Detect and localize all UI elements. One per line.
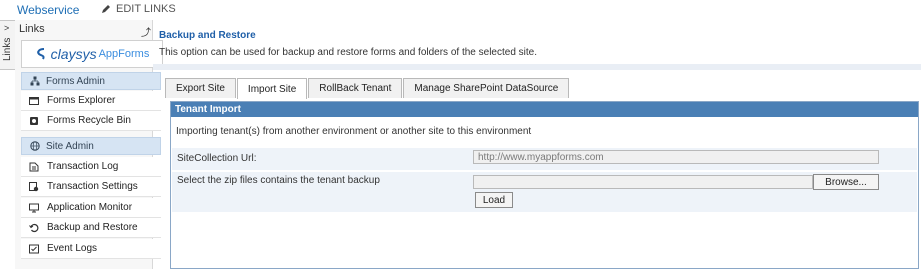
main-content: Backup and Restore This option can be us… [153, 20, 921, 269]
zip-files-label: Select the zip files contains the tenant… [177, 175, 380, 186]
sidebar-header: Links [19, 23, 45, 35]
logo-product: AppForms [98, 48, 150, 60]
sidebar-item-forms-recycle-bin[interactable]: Forms Recycle Bin [21, 111, 161, 131]
sidebar-item-event-logs[interactable]: Event Logs [21, 239, 161, 259]
edit-links-label: EDIT LINKS [116, 3, 176, 15]
panel-intro: Importing tenant(s) from another environ… [176, 126, 532, 137]
sidebar-item-backup-and-restore[interactable]: Backup and Restore [21, 218, 161, 238]
panel-header: Tenant Import [171, 102, 918, 117]
section-forms-admin[interactable]: Forms Admin [21, 72, 161, 90]
expand-arrow-icon: > [4, 23, 10, 33]
sidebar-item-label: Backup and Restore [47, 222, 138, 233]
site-url-row: SiteCollection Url: [172, 148, 917, 170]
sidebar-item-label: Event Logs [47, 243, 98, 254]
page-description: This option can be used for backup and r… [159, 47, 537, 58]
log-icon [29, 162, 39, 172]
restore-icon [29, 223, 39, 233]
sidebar-item-label: Transaction Settings [47, 181, 138, 192]
org-chart-icon [30, 76, 40, 86]
logo-brand: claysys [50, 46, 97, 62]
tab-manage-sharepoint-datasource[interactable]: Manage SharePoint DataSource [403, 78, 570, 98]
section-label: Site Admin [46, 140, 94, 152]
edit-links-button[interactable]: EDIT LINKS [101, 3, 176, 15]
tab-import-site[interactable]: Import Site [236, 78, 308, 99]
pencil-icon [102, 5, 110, 13]
site-url-field[interactable] [473, 150, 879, 164]
links-tab-label: Links [2, 37, 13, 61]
recycle-bin-icon [29, 116, 39, 126]
sidebar-item-transaction-log[interactable]: Transaction Log [21, 157, 161, 177]
pin-icon[interactable]: ⤴ [141, 24, 151, 39]
sidebar: Links ⤴ claysys AppForms Forms Admin For… [15, 20, 163, 269]
browse-button[interactable]: Browse... [813, 174, 879, 190]
tab-export-site[interactable]: Export Site [165, 78, 236, 98]
sidebar-item-application-monitor[interactable]: Application Monitor [21, 198, 161, 218]
sidebar-item-label: Application Monitor [47, 202, 133, 213]
section-label: Forms Admin [46, 75, 105, 87]
zip-select-row: Select the zip files contains the tenant… [172, 172, 917, 212]
sidebar-item-label: Transaction Log [47, 161, 119, 172]
tab-strip: Export Site Import Site RollBack Tenant … [165, 78, 570, 99]
section-site-admin[interactable]: Site Admin [21, 137, 161, 155]
sidebar-item-forms-explorer[interactable]: Forms Explorer [21, 91, 161, 111]
sidebar-item-label: Forms Explorer [47, 95, 116, 106]
event-log-icon [29, 244, 39, 254]
form-icon [29, 96, 39, 106]
monitor-icon [29, 203, 39, 213]
file-path-field[interactable] [473, 175, 813, 189]
settings-icon [29, 181, 39, 192]
site-link[interactable]: Webservice [17, 3, 79, 17]
top-bar: Webservice EDIT LINKS [0, 0, 921, 20]
globe-icon [30, 141, 40, 151]
tenant-import-panel: Tenant Import Importing tenant(s) from a… [170, 101, 919, 269]
sidebar-item-transaction-settings[interactable]: Transaction Settings [21, 177, 161, 197]
claysys-appforms-logo: claysys AppForms [21, 40, 163, 68]
page-title: Backup and Restore [159, 30, 256, 41]
site-url-label: SiteCollection Url: [177, 153, 257, 164]
logo-mark-icon [36, 48, 45, 60]
links-toggle-tab[interactable]: > Links [0, 20, 16, 70]
divider [153, 64, 921, 70]
load-button[interactable]: Load [475, 192, 513, 208]
tab-rollback-tenant[interactable]: RollBack Tenant [308, 78, 403, 98]
sidebar-item-label: Forms Recycle Bin [47, 115, 131, 126]
